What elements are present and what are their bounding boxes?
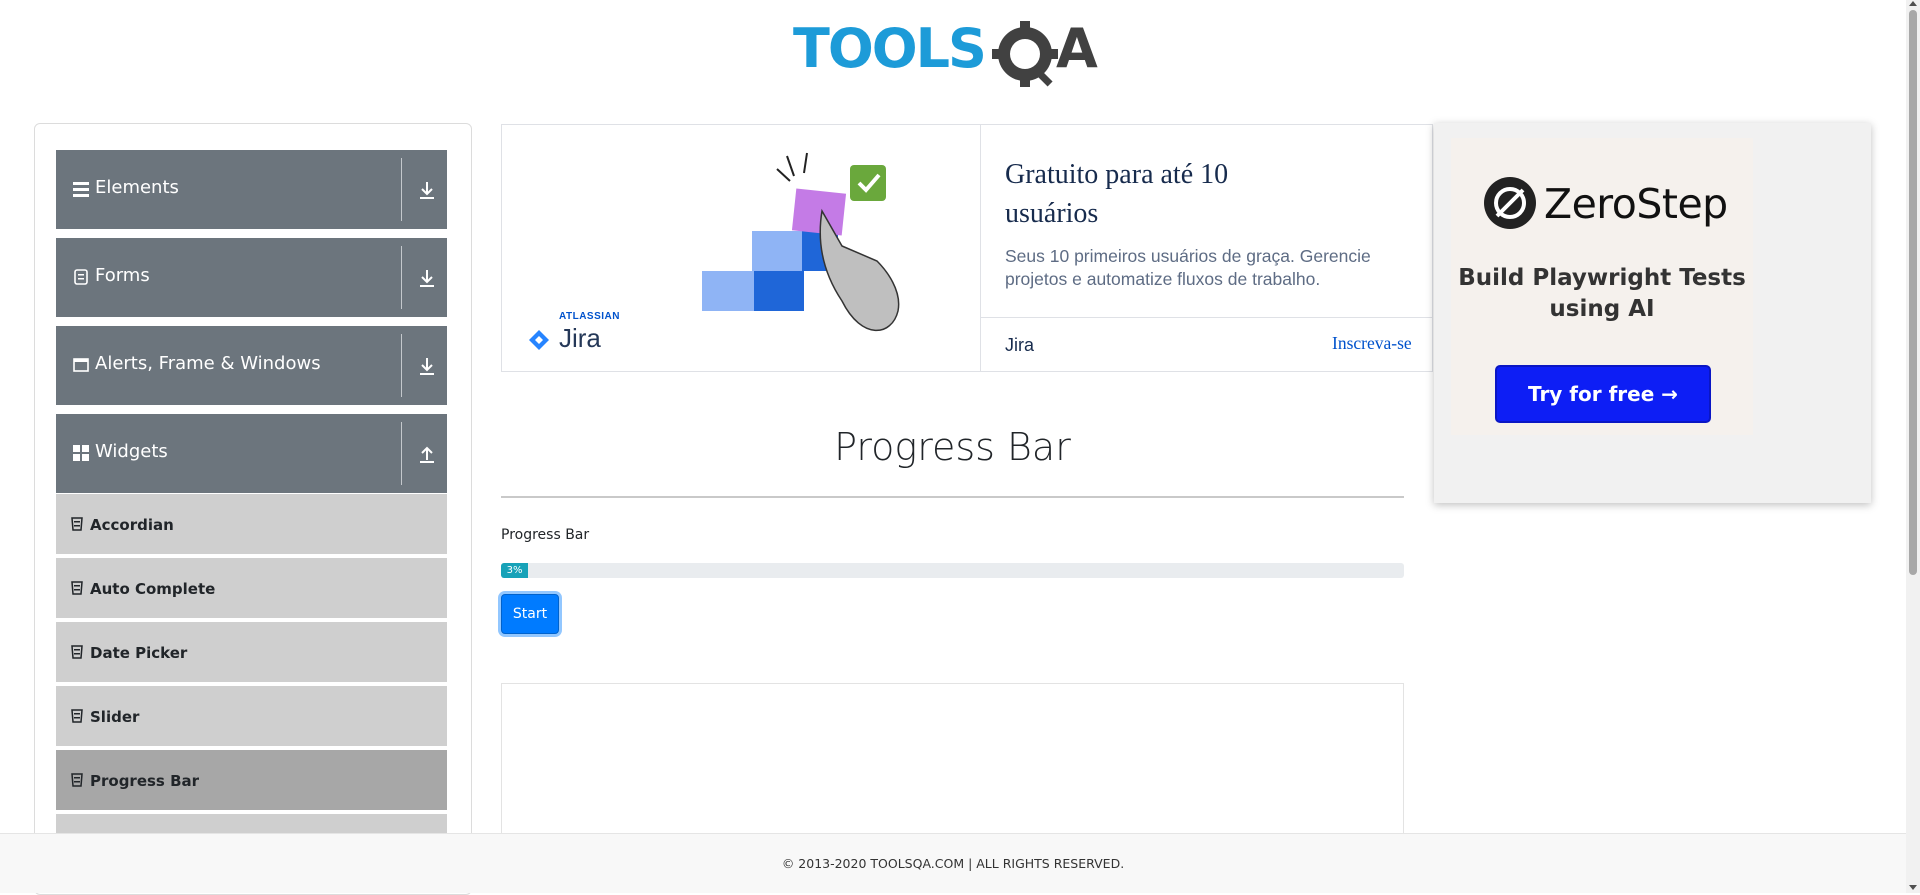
svg-text:A: A <box>1056 17 1098 80</box>
divider <box>401 158 402 221</box>
progress-bar: 3% <box>501 563 1404 578</box>
scrollbar[interactable] <box>1906 0 1920 893</box>
ad-image-panel: ATLASSIAN Jira <box>502 125 981 371</box>
atlassian-wordmark: ATLASSIAN <box>559 311 620 322</box>
page-title: Progress Bar <box>834 425 1071 469</box>
sidebar: Elements Forms Alerts, Frame & Windows W… <box>34 123 472 895</box>
divider <box>980 317 1432 318</box>
scroll-down-arrow-icon[interactable] <box>1909 885 1917 890</box>
jira-logo: ATLASSIAN Jira <box>526 309 626 355</box>
jira-mark-icon <box>529 330 549 350</box>
sidebar-group-label: Forms <box>95 265 150 286</box>
document-icon <box>74 269 88 285</box>
sidebar-group-label: Widgets <box>95 441 168 462</box>
download-arrow-icon <box>420 358 434 375</box>
sidebar-item-label: Progress Bar <box>90 772 200 790</box>
sidebar-item-auto-complete[interactable]: Auto Complete <box>56 558 447 620</box>
file-icon <box>71 709 83 723</box>
ad-banner[interactable]: ATLASSIAN Jira Gratuito para até 10 usuá… <box>501 124 1433 372</box>
sidebar-group-elements[interactable]: Elements <box>56 150 447 229</box>
ad-brand: Jira <box>1005 335 1035 355</box>
jira-wordmark: Jira <box>559 323 601 353</box>
sidebar-item-slider[interactable]: Slider <box>56 686 447 748</box>
divider <box>401 422 402 485</box>
file-icon <box>71 773 83 787</box>
zerostep-name: ZeroStep <box>1544 180 1728 228</box>
ad-description: Seus 10 primeiros usuários de graça. Ger… <box>1005 246 1371 289</box>
divider <box>401 246 402 309</box>
sidebar-group-forms[interactable]: Forms <box>56 238 447 317</box>
scroll-thumb[interactable] <box>1909 10 1917 575</box>
sidebar-item-accordian[interactable]: Accordian <box>56 494 447 556</box>
window-icon <box>73 358 89 372</box>
sidebar-group-widgets[interactable]: Widgets <box>56 414 447 493</box>
scroll-up-arrow-icon[interactable] <box>1909 1 1917 6</box>
divider <box>501 496 1404 498</box>
jira-illustration <box>702 152 900 332</box>
zerostep-ad[interactable]: ZeroStep Build Playwright Tests using AI… <box>1434 123 1871 503</box>
start-button[interactable]: Start <box>501 594 559 634</box>
toolsqa-logo[interactable]: TOOLS A <box>793 14 1115 92</box>
sidebar-item-label: Date Picker <box>90 644 188 662</box>
sidebar-item-label: Accordian <box>90 516 174 534</box>
grid-icon <box>73 445 89 461</box>
sidebar-item-label: Auto Complete <box>90 580 216 598</box>
zerostep-card: ZeroStep Build Playwright Tests using AI… <box>1451 138 1753 435</box>
sidebar-item-progress-bar[interactable]: Progress Bar <box>56 750 447 812</box>
sidebar-group-alerts[interactable]: Alerts, Frame & Windows <box>56 326 447 405</box>
divider <box>401 334 402 397</box>
upload-arrow-icon <box>420 446 434 463</box>
progress-bar-label: Progress Bar <box>501 527 590 543</box>
menu-lines-icon <box>73 182 89 197</box>
footer: © 2013-2020 TOOLSQA.COM | ALL RIGHTS RES… <box>0 833 1906 893</box>
download-arrow-icon <box>420 270 434 287</box>
sidebar-item-label: Slider <box>90 708 140 726</box>
zerostep-tagline: Build Playwright Tests using AI <box>1458 265 1746 322</box>
ad-signup-link[interactable]: Inscreva-se <box>1332 333 1412 354</box>
try-for-free-button[interactable]: Try for free → <box>1495 365 1711 423</box>
svg-text:TOOLS: TOOLS <box>793 17 985 80</box>
download-arrow-icon <box>420 182 434 199</box>
sidebar-item-date-picker[interactable]: Date Picker <box>56 622 447 684</box>
sidebar-group-label: Alerts, Frame & Windows <box>95 353 321 374</box>
sidebar-group-label: Elements <box>95 177 179 198</box>
copyright-text: © 2013-2020 TOOLSQA.COM | ALL RIGHTS RES… <box>781 856 1125 871</box>
zerostep-logo-icon <box>1484 177 1536 229</box>
file-icon <box>71 517 83 531</box>
progress-bar-fill: 3% <box>501 563 529 578</box>
ad-headline: Gratuito para até 10 usuários <box>1005 159 1229 229</box>
file-icon <box>71 581 83 595</box>
file-icon <box>71 645 83 659</box>
